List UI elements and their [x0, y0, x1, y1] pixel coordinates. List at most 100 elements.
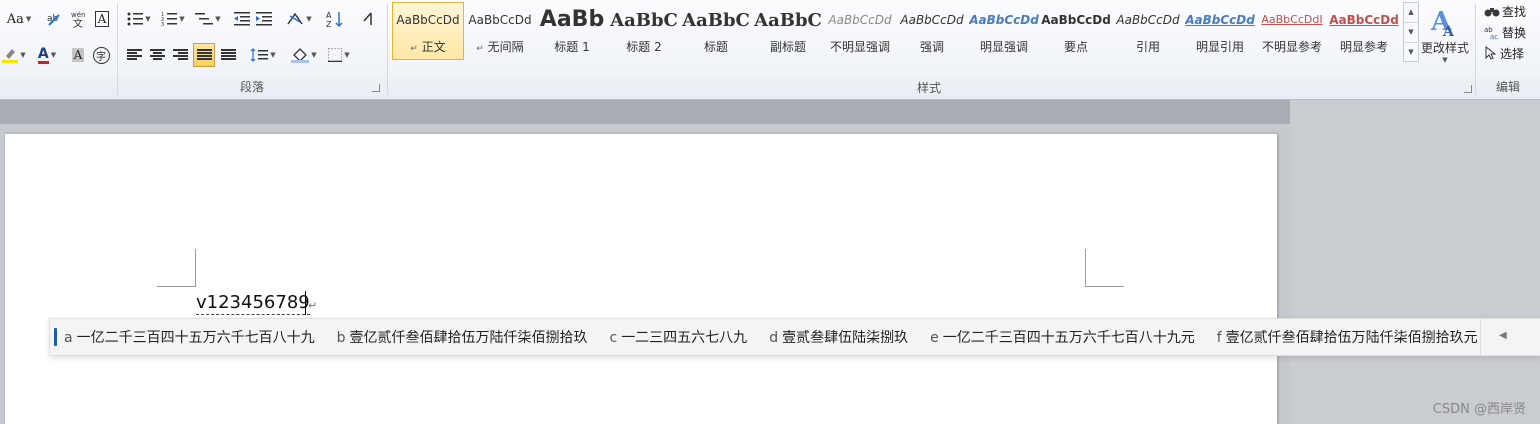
style-name: 标题 1 [554, 40, 590, 54]
style-preview: AaBbCcDd [1185, 13, 1255, 27]
ime-candidate[interactable]: a 一亿二千三百四十五万六千七百八十九 [64, 327, 315, 347]
style-subtle-emphasis[interactable]: AaBbCcDd 不明显强调 [824, 2, 896, 60]
highlight-button[interactable]: ▼ [0, 44, 28, 66]
paragraph-group: ▼ 1 2 3 ▼ ▼ ▼ AZ ▼ ▼ ▼ 段落 [118, 0, 386, 98]
style-name: 明显强调 [979, 40, 1028, 54]
chinese-layout-button[interactable]: ▼ [284, 8, 314, 30]
style-preview: AaBbCcDd [828, 13, 892, 27]
increase-indent-icon [256, 12, 272, 26]
gallery-more-button[interactable]: ▼ [1404, 43, 1418, 62]
style-intense-quote[interactable]: AaBbCcDd 明显引用 [1184, 2, 1256, 60]
style-preview: AaBbCcDd [1116, 13, 1180, 27]
find-button[interactable]: 查找 [1484, 0, 1540, 22]
style-strong[interactable]: AaBbCcDd 要点 [1040, 2, 1112, 60]
style-no-spacing[interactable]: AaBbCcDd ↵ 无间隔 [464, 2, 536, 60]
document-page[interactable] [5, 134, 1277, 424]
ime-candidate[interactable]: c 一二三四五六七八九 [609, 327, 747, 347]
distributed-button[interactable] [218, 44, 238, 66]
enclosed-char-button[interactable]: 字 [90, 44, 112, 66]
style-name: 无间隔 [487, 40, 524, 54]
phonetic-guide-icon: wén文 [71, 11, 85, 28]
ime-candidate[interactable]: b 壹亿贰仟叁佰肆拾伍万陆仟柒佰捌拾玖 [337, 327, 588, 347]
numbering-icon: 123 [161, 12, 178, 26]
decrease-indent-button[interactable] [232, 8, 252, 30]
gallery-scroll: ▲ ▼ ▼ [1403, 2, 1419, 62]
clear-format-icon: ab [47, 14, 60, 26]
style-preview: AaBbCcDd [900, 13, 964, 27]
justify-icon [196, 49, 212, 61]
style-intense-emphasis[interactable]: AaBbCcDd 明显强调 [968, 2, 1040, 60]
style-heading-1[interactable]: AaBb 标题 1 [536, 2, 608, 60]
justify-button[interactable] [193, 43, 215, 67]
char-shading-button[interactable]: A [68, 44, 88, 66]
font-color-button[interactable]: A ▼ [32, 44, 62, 66]
sort-button[interactable]: AZ [324, 8, 346, 30]
multilevel-list-button[interactable]: ▼ [192, 8, 224, 30]
ime-page-prev-button[interactable]: ◀ [1480, 319, 1540, 355]
style-name: 引用 [1135, 40, 1160, 54]
style-heading-2[interactable]: AaBbC 标题 2 [608, 2, 680, 60]
align-center-button[interactable] [147, 44, 167, 66]
style-intense-reference[interactable]: AaBbCcDd 明显参考 [1328, 2, 1400, 60]
align-right-button[interactable] [170, 44, 190, 66]
style-emphasis[interactable]: AaBbCcDd 强调 [896, 2, 968, 60]
increase-indent-button[interactable] [254, 8, 274, 30]
style-preview: AaBbC [610, 10, 678, 31]
phonetic-guide-button[interactable]: wén 文 [68, 8, 90, 30]
align-right-icon [172, 49, 188, 61]
decrease-indent-icon [234, 12, 250, 26]
styles-dialog-launcher[interactable] [1464, 85, 1472, 93]
sort-icon: AZ [326, 11, 343, 28]
group-separator [387, 3, 388, 95]
text-caret [305, 291, 306, 315]
change-styles-button[interactable]: A A 更改样式 ▼ [1420, 2, 1470, 68]
select-button[interactable]: 选择 [1484, 42, 1540, 64]
bullets-button[interactable]: ▼ [124, 8, 154, 30]
editing-group: 查找 ab ac 替换 选择 编辑 [1476, 0, 1540, 98]
gallery-scroll-down[interactable]: ▼ [1404, 23, 1418, 43]
shading-button[interactable]: ▼ [288, 44, 320, 66]
align-left-icon [126, 49, 142, 61]
style-preview: AaBbCcDd [468, 13, 532, 27]
document-text[interactable]: v123456789 [196, 292, 310, 315]
document-top-strip [0, 100, 1290, 124]
paragraph-dialog-launcher[interactable] [372, 84, 380, 92]
replace-button[interactable]: ab ac 替换 [1484, 21, 1540, 43]
font-color-icon: A [37, 45, 49, 64]
borders-button[interactable]: ▼ [324, 44, 354, 66]
style-quote[interactable]: AaBbCcDd 引用 [1112, 2, 1184, 60]
paragraph-mark-icon: ↵ [410, 44, 418, 54]
clear-formatting-button[interactable]: ab [44, 8, 64, 30]
cursor-arrow-icon [1485, 46, 1497, 60]
ime-candidate[interactable]: e 一亿二千三百四十五万六千七百八十九元 [930, 327, 1195, 347]
align-center-icon [149, 49, 165, 61]
char-shading-icon: A [71, 48, 85, 62]
style-name: 不明显强调 [829, 40, 890, 54]
crop-mark-right [1085, 249, 1124, 287]
align-left-button[interactable] [124, 44, 144, 66]
line-spacing-button[interactable]: ▼ [248, 44, 278, 66]
style-normal[interactable]: AaBbCcDd ↵ 正文 [392, 2, 464, 60]
bullets-icon [127, 12, 144, 26]
style-title[interactable]: AaBbC 标题 [680, 2, 752, 60]
char-border-button[interactable]: A [92, 8, 112, 30]
ime-selection-indicator [54, 328, 57, 346]
ribbon: Aa ▼ ab wén 文 A ▼ A ▼ A 字 ▼ 1 2 3 ▼ ▼ ▼ … [0, 0, 1540, 100]
ime-candidate[interactable]: d 壹贰叁肆伍陆柒捌玖 [769, 327, 908, 347]
style-subtitle[interactable]: AaBbC 副标题 [752, 2, 824, 60]
change-styles-label: 更改样式 [1420, 41, 1469, 55]
style-name: 副标题 [769, 40, 806, 54]
ime-candidate[interactable]: f 壹亿贰仟叁佰肆拾伍万陆仟柒佰捌拾玖元 [1217, 327, 1478, 347]
show-marks-button[interactable] [358, 8, 378, 30]
numbering-button[interactable]: 1 2 3 ▼ [158, 8, 188, 30]
svg-text:Z: Z [326, 20, 332, 28]
show-marks-icon [363, 12, 372, 25]
style-subtle-reference[interactable]: AaBbCcDdI 不明显参考 [1256, 2, 1328, 60]
style-preview: AaBbCcDd [1329, 13, 1399, 27]
distributed-icon [220, 49, 236, 61]
change-case-button[interactable]: Aa ▼ [4, 8, 34, 30]
chevron-down-icon: ▼ [1442, 56, 1448, 64]
gallery-scroll-up[interactable]: ▲ [1404, 3, 1418, 23]
svg-text:wén: wén [71, 11, 85, 19]
style-preview: AaBbCcDd [969, 13, 1039, 27]
